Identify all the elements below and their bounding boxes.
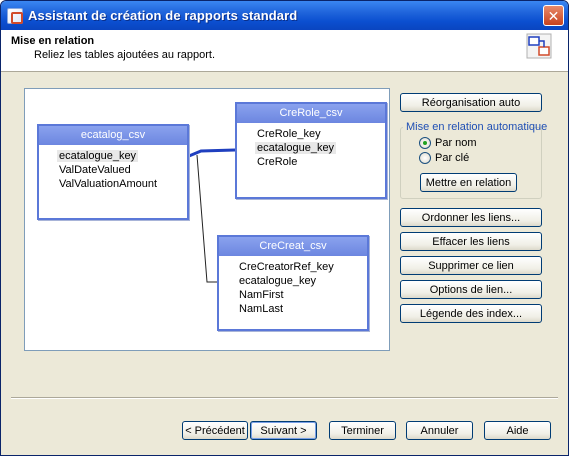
link-canvas[interactable]: ecatalog_csv ecatalogue_key ValDateValue…	[24, 88, 390, 351]
table-title[interactable]: ecatalog_csv	[39, 126, 187, 145]
table-field[interactable]: ecatalogue_key	[237, 141, 385, 155]
radio-label: Par nom	[435, 137, 477, 149]
table-field[interactable]: CreCreatorRef_key	[219, 260, 367, 274]
radio-by-name[interactable]: Par nom	[419, 137, 477, 149]
table-field[interactable]: NamFirst	[219, 288, 367, 302]
link-line-crerole	[188, 148, 236, 158]
footer-separator	[11, 397, 558, 399]
wizard-window: Assistant de création de rapports standa…	[0, 0, 569, 456]
link-tables-icon	[526, 33, 552, 59]
finish-button[interactable]: Terminer	[329, 421, 396, 440]
table-ecatalog[interactable]: ecatalog_csv ecatalogue_key ValDateValue…	[37, 124, 189, 220]
radio-icon[interactable]	[419, 152, 431, 164]
table-field[interactable]: ecatalogue_key	[219, 274, 367, 288]
table-field[interactable]: NamLast	[219, 302, 367, 316]
close-button[interactable]: ✕	[543, 5, 564, 26]
title-bar: Assistant de création de rapports standa…	[1, 1, 568, 30]
radio-by-key[interactable]: Par clé	[419, 152, 469, 164]
auto-link-group-label: Mise en relation automatique	[406, 121, 548, 133]
table-field[interactable]: CreRole	[237, 155, 385, 169]
auto-arrange-button[interactable]: Réorganisation auto	[400, 93, 542, 112]
close-icon: ✕	[547, 7, 560, 24]
clear-links-button[interactable]: Effacer les liens	[400, 232, 542, 251]
radio-label: Par clé	[435, 152, 470, 164]
index-legend-button[interactable]: Légende des index...	[400, 304, 542, 323]
cancel-button[interactable]: Annuler	[406, 421, 473, 440]
wizard-header: Mise en relation Reliez les tables ajout…	[1, 30, 568, 72]
delete-link-button[interactable]: Supprimer ce lien	[400, 256, 542, 275]
link-button[interactable]: Mettre en relation	[420, 173, 517, 192]
step-title: Mise en relation	[11, 35, 95, 47]
order-links-button[interactable]: Ordonner les liens...	[400, 208, 542, 227]
link-line-crecreat	[196, 154, 217, 283]
next-button[interactable]: Suivant >	[250, 421, 317, 440]
table-field[interactable]: ValValuationAmount	[39, 177, 187, 191]
radio-icon[interactable]	[419, 137, 431, 149]
app-icon	[7, 7, 23, 24]
link-options-button[interactable]: Options de lien...	[400, 280, 542, 299]
table-title[interactable]: CreCreat_csv	[219, 237, 367, 256]
table-crerole[interactable]: CreRole_csv CreRole_key ecatalogue_key C…	[235, 102, 387, 199]
window-title: Assistant de création de rapports standa…	[28, 8, 298, 23]
help-button[interactable]: Aide	[484, 421, 551, 440]
step-subtitle: Reliez les tables ajoutées au rapport.	[34, 49, 215, 61]
back-button[interactable]: < Précédent	[182, 421, 248, 440]
table-crecreat[interactable]: CreCreat_csv CreCreatorRef_key ecatalogu…	[217, 235, 369, 331]
table-field[interactable]: ValDateValued	[39, 163, 187, 177]
table-field[interactable]: ecatalogue_key	[39, 149, 187, 163]
table-field[interactable]: CreRole_key	[237, 127, 385, 141]
table-title[interactable]: CreRole_csv	[237, 104, 385, 123]
